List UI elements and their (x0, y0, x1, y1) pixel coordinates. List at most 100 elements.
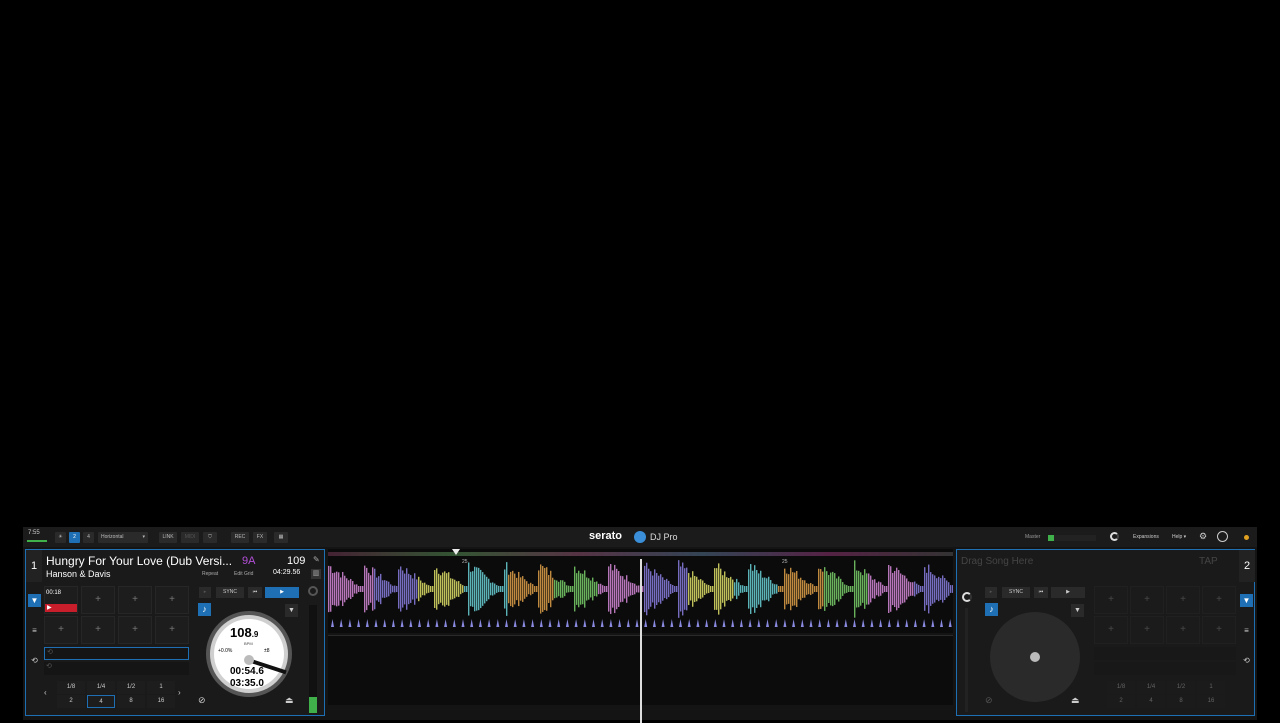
cue-pad-7[interactable]: + (118, 616, 152, 644)
loop-slot-2-2[interactable] (1094, 662, 1236, 675)
loop-slot-2-1[interactable] (1094, 647, 1236, 660)
censor-icon-2[interactable]: ⊘ (985, 695, 993, 706)
cue-mode-icon[interactable]: ▼ (28, 594, 41, 607)
overview-strip[interactable] (328, 552, 953, 556)
track-title[interactable]: Hungry For Your Love (Dub Versi... (46, 554, 246, 568)
waveform-bar (608, 566, 610, 612)
sync-button-2[interactable]: SYNC (1002, 587, 1030, 598)
four-deck-button[interactable]: 4 (83, 532, 94, 543)
loop-8[interactable]: 8 (117, 695, 145, 708)
beat-marker (539, 619, 543, 627)
cue-pad-4[interactable]: + (155, 586, 189, 614)
link-button[interactable]: LINK (159, 532, 177, 543)
loop-prev-icon[interactable]: ‹ (44, 688, 47, 697)
loop2-1-4[interactable]: 1/4 (1137, 681, 1165, 694)
tap-button[interactable]: TAP (1199, 556, 1218, 567)
cue-pad-6[interactable]: + (81, 616, 115, 644)
fx-button[interactable]: FX (253, 532, 267, 543)
loop2-1-2[interactable]: 1/2 (1167, 681, 1195, 694)
key-lock-icon-2[interactable]: ♪ (985, 603, 998, 616)
cue-pad-2-4[interactable]: + (1202, 586, 1236, 614)
help-menu[interactable]: Help ▾ (1172, 534, 1186, 540)
loop-next-icon[interactable]: › (178, 688, 181, 697)
master-volume-knob[interactable] (1110, 532, 1119, 541)
loop2-2[interactable]: 2 (1107, 695, 1135, 708)
midi-button[interactable]: MIDI (181, 532, 199, 543)
loop-2[interactable]: 2 (57, 695, 85, 708)
cue-pad-2-7[interactable]: + (1166, 616, 1200, 644)
waveform-bar (600, 583, 602, 595)
sync-button[interactable]: SYNC (216, 587, 244, 598)
bar-marker-1: 25 (462, 559, 468, 565)
waveform-bar (438, 573, 440, 605)
tempo-dropdown-icon-2[interactable]: ▼ (1071, 604, 1084, 617)
cue-pad-5[interactable]: + (44, 616, 78, 644)
two-deck-button[interactable]: 2 (69, 532, 80, 543)
loop-1-4[interactable]: 1/4 (87, 681, 115, 694)
edit-icon[interactable]: ✎ (313, 555, 320, 564)
slip-button[interactable]: ▸ (199, 587, 211, 598)
repeat-button[interactable]: Repeat (202, 571, 218, 577)
pitch-slider-2[interactable] (965, 608, 968, 712)
loop2-1[interactable]: 1 (1197, 681, 1225, 694)
sampler-icon[interactable]: ▦ (274, 532, 288, 543)
cue-pad-1[interactable]: 00:18 ▶ (44, 586, 78, 614)
loop-icon[interactable]: ⟲ (28, 654, 41, 667)
expansions-button[interactable]: Expansions (1133, 534, 1159, 540)
loop-icon-2[interactable]: ⟲ (1240, 654, 1253, 667)
brightness-icon[interactable]: ☀ (55, 532, 66, 543)
cue-mode-icon-2[interactable]: ▼ (1240, 594, 1253, 607)
shield-icon[interactable]: ⛉ (203, 532, 217, 543)
cue-pad-2-3[interactable]: + (1166, 586, 1200, 614)
list-icon[interactable]: ≡ (28, 624, 41, 637)
eject-icon[interactable]: ⏏ (285, 695, 298, 708)
loop-1-8[interactable]: 1/8 (57, 681, 85, 694)
loop-16[interactable]: 16 (147, 695, 175, 708)
cue-pad-2[interactable]: + (81, 586, 115, 614)
cue-pad-3[interactable]: + (118, 586, 152, 614)
gear-icon[interactable]: ⚙ (1199, 531, 1207, 542)
grid-icon[interactable]: ▥ (311, 569, 321, 579)
tempo-dropdown-icon[interactable]: ▼ (285, 604, 298, 617)
waveform-bar (476, 567, 478, 611)
play-button-2[interactable]: ▶ (1051, 587, 1085, 598)
loop-4[interactable]: 4 (87, 695, 115, 708)
loop2-4[interactable]: 4 (1137, 695, 1165, 708)
rec-button[interactable]: REC (231, 532, 249, 543)
pitch-knob[interactable] (308, 586, 318, 596)
waveform-bar (466, 586, 468, 592)
loop2-1-8[interactable]: 1/8 (1107, 681, 1135, 694)
censor-icon[interactable]: ⊘ (198, 695, 211, 708)
eject-icon-2[interactable]: ⏏ (1071, 695, 1080, 706)
waveform-bar (556, 580, 558, 598)
beat-marker (487, 619, 491, 627)
loop-slot-1[interactable]: ⟲ (44, 647, 189, 660)
account-icon[interactable] (1217, 531, 1228, 542)
play-button[interactable]: ▶ (265, 587, 299, 598)
waveform-area[interactable]: 25 25 (328, 549, 953, 723)
cue-pad-2-1[interactable]: + (1094, 586, 1128, 614)
pitch-knob-2[interactable] (962, 592, 972, 602)
key-lock-icon[interactable]: ♪ (198, 603, 211, 616)
platter[interactable]: 108.9 BPM +0.0% ±8 00:54.6 03:35.0 (206, 611, 292, 697)
edit-grid-button[interactable]: Edit Grid (234, 571, 253, 577)
cue-pad-2-5[interactable]: + (1094, 616, 1128, 644)
layout-dropdown[interactable]: Horizontal ▾ (98, 532, 148, 543)
loop-1-2[interactable]: 1/2 (117, 681, 145, 694)
cue-button[interactable]: ⏮ (248, 587, 262, 598)
loop2-8[interactable]: 8 (1167, 695, 1195, 708)
loop2-16[interactable]: 16 (1197, 695, 1225, 708)
list-icon-2[interactable]: ≡ (1240, 624, 1253, 637)
platter-2[interactable] (990, 612, 1080, 702)
cue-pad-8[interactable]: + (155, 616, 189, 644)
loop-slot-2[interactable]: ⟲ (44, 662, 189, 675)
slip-button-2[interactable]: ▸ (985, 587, 997, 598)
cue-button-2[interactable]: ⏮ (1034, 587, 1048, 598)
waveform-bar (746, 586, 748, 592)
loop-1[interactable]: 1 (147, 681, 175, 694)
waveform-bar (780, 586, 782, 592)
drag-song-here[interactable]: Drag Song Here (961, 556, 1033, 567)
cue-pad-2-2[interactable]: + (1130, 586, 1164, 614)
cue-pad-2-8[interactable]: + (1202, 616, 1236, 644)
cue-pad-2-6[interactable]: + (1130, 616, 1164, 644)
